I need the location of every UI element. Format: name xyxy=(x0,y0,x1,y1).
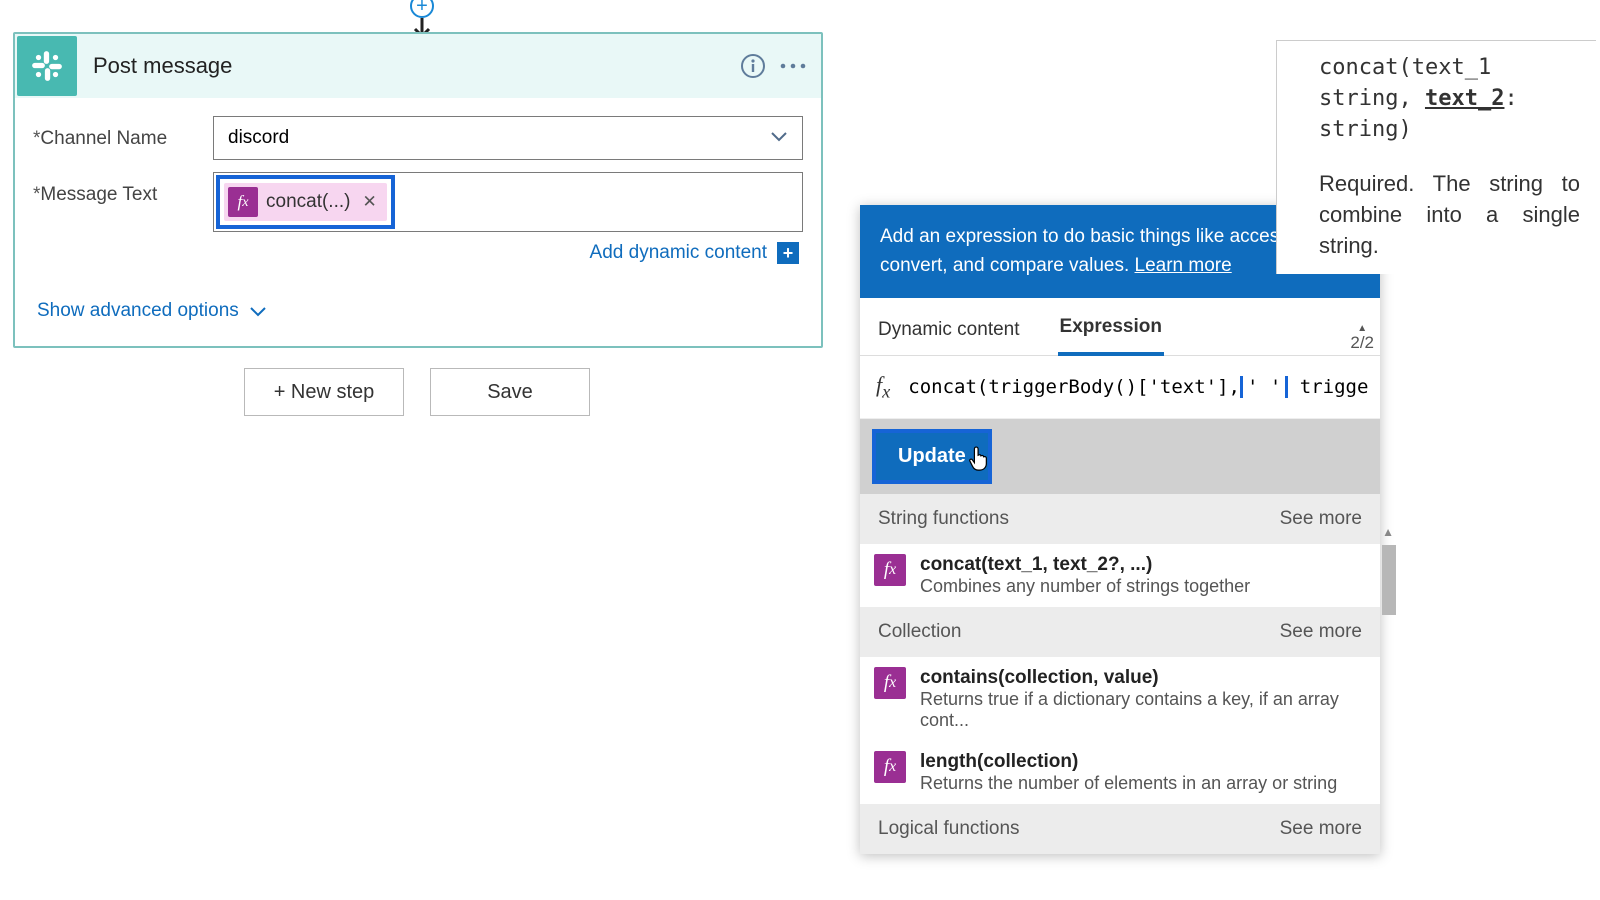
channel-name-select[interactable]: discord xyxy=(213,116,803,160)
tooltip-description: Required. The string to combine into a s… xyxy=(1319,169,1580,261)
tab-dynamic-content[interactable]: Dynamic content xyxy=(876,301,1022,355)
expression-token-concat[interactable]: fx concat(...) ✕ xyxy=(224,183,387,221)
section-title: String functions xyxy=(878,508,1009,530)
fn-signature: contains(collection, value) xyxy=(920,667,1366,689)
slack-icon xyxy=(17,36,77,96)
save-button[interactable]: Save xyxy=(430,368,590,416)
add-dynamic-plus-icon[interactable]: + xyxy=(777,242,799,264)
popup-tabs: Dynamic content Expression ▲ 2/2 xyxy=(860,298,1380,356)
label-channel-name: *Channel Name xyxy=(33,116,213,150)
action-card-post-message: Post message *Channel Name discord xyxy=(13,32,823,348)
label-message-text: *Message Text xyxy=(33,172,213,206)
fx-icon: fx xyxy=(874,667,906,699)
function-list: String functions See more fx concat(text… xyxy=(860,494,1380,854)
card-header: Post message xyxy=(15,34,821,98)
scrollbar-thumb[interactable] xyxy=(1382,545,1396,615)
update-row: Update xyxy=(860,419,1380,494)
section-collection: Collection See more xyxy=(860,607,1380,657)
fn-signature: length(collection) xyxy=(920,751,1337,773)
row-message-text: *Message Text fx concat(...) ✕ Add dynam… xyxy=(33,172,803,264)
fn-signature: concat(text_1, text_2?, ...) xyxy=(920,554,1250,576)
row-channel-name: *Channel Name discord xyxy=(33,116,803,160)
fn-description: Returns the number of elements in an arr… xyxy=(920,773,1337,794)
signature-tooltip: concat(text_1 string, text_2: string) Re… xyxy=(1276,40,1596,274)
card-body: *Channel Name discord *Message Text xyxy=(15,98,821,346)
tab-counter: ▲ 2/2 xyxy=(1350,322,1374,350)
cursor-hand-icon xyxy=(968,445,990,473)
card-title: Post message xyxy=(77,53,733,79)
section-title: Logical functions xyxy=(878,818,1020,840)
see-more-link[interactable]: See more xyxy=(1280,621,1362,643)
fn-contains[interactable]: fx contains(collection, value) Returns t… xyxy=(860,657,1380,741)
tab-expression[interactable]: Expression xyxy=(1058,298,1164,356)
info-icon[interactable] xyxy=(733,46,773,86)
fn-length[interactable]: fx length(collection) Returns the number… xyxy=(860,741,1380,804)
see-more-link[interactable]: See more xyxy=(1280,818,1362,840)
fx-icon: fx xyxy=(874,751,906,783)
expression-input[interactable]: concat(triggerBody()['text'],' ' trigger xyxy=(908,376,1368,398)
chevron-down-icon xyxy=(249,305,267,317)
new-step-button[interactable]: + New step xyxy=(244,368,404,416)
expr-highlight: ' ' xyxy=(1240,376,1288,398)
section-logical-functions: Logical functions See more xyxy=(860,804,1380,854)
fx-icon: fx xyxy=(872,372,896,402)
section-title: Collection xyxy=(878,621,961,643)
fn-description: Combines any number of strings together xyxy=(920,576,1250,597)
show-advanced-options[interactable]: Show advanced options xyxy=(33,276,803,336)
expression-input-row: fx concat(triggerBody()['text'],' ' trig… xyxy=(860,356,1380,419)
scroll-up-arrow[interactable]: ▲ xyxy=(1382,525,1394,539)
flow-footer-buttons: + New step Save xyxy=(244,368,590,416)
add-dynamic-content-link[interactable]: Add dynamic content xyxy=(590,242,767,264)
token-label: concat(...) xyxy=(266,191,350,213)
more-menu-icon[interactable] xyxy=(773,46,813,86)
tooltip-signature: concat(text_1 string, text_2: string) xyxy=(1319,53,1580,145)
see-more-link[interactable]: See more xyxy=(1280,508,1362,530)
fx-icon: fx xyxy=(228,187,258,217)
chevron-down-icon xyxy=(770,129,788,147)
fn-description: Returns true if a dictionary contains a … xyxy=(920,689,1366,731)
fx-icon: fx xyxy=(874,554,906,586)
learn-more-link[interactable]: Learn more xyxy=(1135,255,1232,276)
channel-name-value: discord xyxy=(228,127,289,149)
fn-concat[interactable]: fx concat(text_1, text_2?, ...) Combines… xyxy=(860,544,1380,607)
section-string-functions: String functions See more xyxy=(860,494,1380,544)
token-remove[interactable]: ✕ xyxy=(358,192,376,212)
message-text-input[interactable]: fx concat(...) ✕ xyxy=(213,172,803,232)
add-node-plus[interactable]: + xyxy=(410,0,434,18)
expression-popup: Add an expression to do basic things lik… xyxy=(860,205,1380,854)
